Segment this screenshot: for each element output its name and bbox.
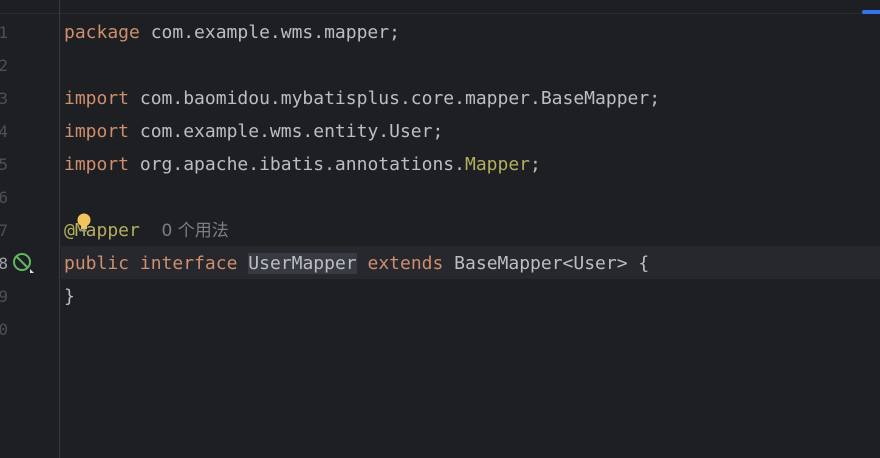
keyword-import: import: [64, 121, 130, 142]
semicolon: ;: [530, 154, 541, 175]
import-path: org.apache.ibatis.annotations.: [129, 154, 465, 175]
superinterface: BaseMapper<User> {: [443, 253, 650, 274]
code-line-import[interactable]: import org.apache.ibatis.annotations.Map…: [64, 148, 541, 181]
import-annotation-name: Mapper: [464, 154, 531, 175]
code-line-import[interactable]: import com.baomidou.mybatisplus.core.map…: [64, 82, 660, 115]
line-number: 1: [0, 23, 8, 42]
line-number-current: 8: [0, 254, 8, 273]
line-number: 2: [0, 56, 8, 75]
line-number: 4: [0, 122, 8, 141]
keyword-package: package: [64, 22, 140, 43]
lightbulb-icon[interactable]: [77, 213, 91, 233]
import-path: com.baomidou.mybatisplus.core.mapper.Bas…: [129, 88, 661, 109]
keyword-interface: interface: [139, 253, 238, 274]
editor-tab-strip-border: [0, 0, 880, 14]
annotation-mapper: @Mapper: [64, 220, 140, 241]
code-editor[interactable]: 1 2 3 4 5 6 7 8 9 0 package com.example.…: [0, 0, 880, 458]
class-name-highlighted[interactable]: UserMapper: [248, 253, 357, 274]
line-number: 5: [0, 155, 8, 174]
closing-brace: }: [64, 286, 75, 307]
lightbulb-icon-graphic: [77, 213, 91, 232]
scroll-position-indicator[interactable]: [862, 10, 880, 14]
line-number: 0: [0, 320, 8, 339]
import-path: com.example.wms.entity.User;: [129, 121, 444, 142]
line-number: 9: [0, 287, 8, 306]
usages-inlay-hint[interactable]: 0 个用法: [162, 221, 229, 241]
line-number-gutter[interactable]: 1 2 3 4 5 6 7 8 9 0: [0, 0, 60, 458]
keyword-public: public: [64, 253, 130, 274]
line-number: 3: [0, 89, 8, 108]
code-line-package[interactable]: package com.example.wms.mapper;: [64, 16, 400, 49]
implemented-by-icon[interactable]: [12, 252, 34, 274]
line-number: 7: [0, 221, 8, 240]
package-name: com.example.wms.mapper;: [139, 22, 400, 43]
keyword-extends: extends: [367, 253, 444, 274]
line-number: 6: [0, 188, 8, 207]
code-line-closing-brace[interactable]: }: [64, 280, 75, 313]
code-line-interface-declaration[interactable]: public interface UserMapper extends Base…: [64, 247, 649, 280]
keyword-import: import: [64, 88, 130, 109]
code-line-import[interactable]: import com.example.wms.entity.User;: [64, 115, 443, 148]
implemented-by-icon-graphic: [13, 253, 34, 273]
keyword-import: import: [64, 154, 130, 175]
